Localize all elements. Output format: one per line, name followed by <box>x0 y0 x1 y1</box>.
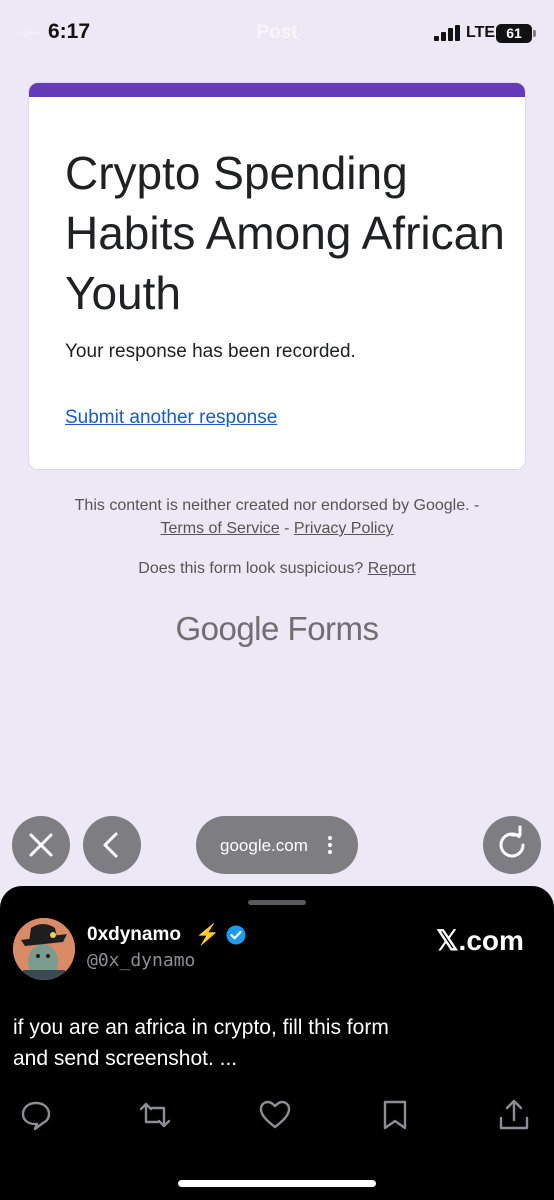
home-indicator[interactable] <box>178 1180 376 1187</box>
close-button[interactable] <box>12 816 70 874</box>
close-icon <box>29 833 53 857</box>
policy-links: Terms of Service - Privacy Policy <box>0 520 554 538</box>
user-handle[interactable]: @0x_dynamo <box>87 950 195 971</box>
signal-icon <box>434 25 460 41</box>
bookmark-icon[interactable] <box>378 1098 412 1132</box>
like-icon[interactable] <box>258 1098 292 1132</box>
avatar-illustration <box>13 918 75 980</box>
tweet-panel: 0xdynamo ⚡ @0x_dynamo 𝕏.com if you are a… <box>0 886 554 1200</box>
reload-icon <box>499 825 525 858</box>
suspicious-line: Does this form look suspicious? Report <box>0 560 554 578</box>
card-accent-bar <box>29 83 525 97</box>
form-title: Crypto Spending Habits Among African You… <box>65 147 505 319</box>
battery-icon: 61 <box>496 24 532 43</box>
status-bar: 6:17 Post LTE 61 <box>0 0 554 66</box>
more-vertical-icon[interactable] <box>326 833 334 857</box>
disclaimer-text: This content is neither created nor endo… <box>74 497 480 514</box>
google-forms-logo: Google Forms <box>0 610 554 648</box>
logo-forms-text: Forms <box>287 610 380 647</box>
retweet-icon[interactable] <box>138 1098 172 1132</box>
back-icon <box>103 832 118 858</box>
report-link[interactable]: Report <box>368 560 416 577</box>
display-name[interactable]: 0xdynamo <box>87 924 181 946</box>
share-icon[interactable] <box>497 1098 531 1132</box>
network-type: LTE <box>466 24 496 41</box>
url-bar[interactable]: google.com <box>196 816 358 874</box>
confirmation-message: Your response has been recorded. <box>65 341 356 362</box>
back-button[interactable] <box>83 816 141 874</box>
form-confirmation-card: Crypto Spending Habits Among African You… <box>28 82 526 470</box>
terms-of-service-link[interactable]: Terms of Service <box>161 520 280 537</box>
privacy-policy-link[interactable]: Privacy Policy <box>294 520 394 537</box>
avatar[interactable] <box>13 918 75 980</box>
lightning-emoji: ⚡ <box>195 924 220 946</box>
reload-button[interactable] <box>483 816 541 874</box>
reply-icon[interactable] <box>19 1098 53 1132</box>
sheet-grabber[interactable] <box>248 900 306 905</box>
submit-another-response-link[interactable]: Submit another response <box>65 407 277 429</box>
tweet-text[interactable]: if you are an africa in crypto, fill thi… <box>13 1012 393 1074</box>
x-com-logo[interactable]: 𝕏.com <box>436 924 524 957</box>
url-text: google.com <box>220 836 308 855</box>
link-separator: - <box>279 520 294 537</box>
logo-google-text: Google <box>175 610 279 647</box>
verified-badge-icon <box>226 925 246 945</box>
battery-tip <box>533 30 536 37</box>
suspicious-question: Does this form look suspicious? <box>138 560 364 577</box>
